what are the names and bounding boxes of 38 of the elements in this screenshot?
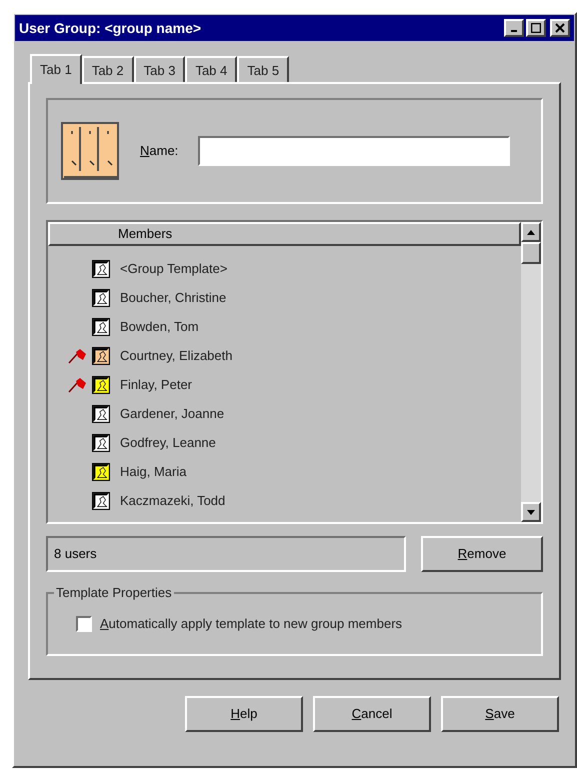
status-field: 8 users bbox=[46, 536, 406, 572]
member-name[interactable]: Gardener, Joanne bbox=[120, 404, 224, 424]
member-name[interactable]: Haig, Maria bbox=[120, 462, 186, 482]
tab[interactable]: Tab 2 bbox=[82, 56, 134, 82]
tab[interactable]: Tab 5 bbox=[237, 56, 290, 82]
pin-icon bbox=[68, 348, 88, 364]
checkbox-label[interactable]: Automatically apply template to new group members bbox=[100, 614, 402, 634]
down-arrow-icon bbox=[527, 510, 535, 514]
up-arrow-icon bbox=[527, 230, 535, 234]
window-title: User Group: <group name> bbox=[19, 18, 202, 38]
dialog-button[interactable]: Help bbox=[185, 696, 303, 732]
member-name[interactable]: Godfrey, Leanne bbox=[120, 432, 216, 452]
remove-button[interactable]: Remove bbox=[421, 536, 543, 572]
name-label: Name: bbox=[140, 142, 178, 160]
close-button[interactable] bbox=[550, 19, 570, 37]
checkbox[interactable] bbox=[76, 616, 92, 632]
scrollbar[interactable] bbox=[521, 222, 541, 522]
maximize-button[interactable] bbox=[526, 19, 546, 37]
dialog-button[interactable]: Cancel bbox=[313, 696, 431, 732]
tab[interactable]: Tab 1 bbox=[30, 54, 82, 84]
maximize-icon bbox=[531, 23, 541, 33]
member-name[interactable]: <Group Template> bbox=[120, 258, 228, 278]
name-input[interactable] bbox=[198, 136, 510, 166]
dialog-button[interactable]: Save bbox=[441, 696, 559, 732]
scroll-thumb[interactable] bbox=[521, 242, 541, 264]
tab[interactable]: Tab 3 bbox=[134, 56, 186, 82]
member-name[interactable]: Finlay, Peter bbox=[120, 374, 192, 394]
member-name[interactable]: Kaczmazeki, Todd bbox=[120, 490, 226, 510]
member-name[interactable]: Boucher, Christine bbox=[120, 288, 226, 308]
tab[interactable]: Tab 4 bbox=[185, 56, 238, 82]
group-icon bbox=[60, 121, 120, 181]
member-name[interactable]: Bowden, Tom bbox=[120, 316, 199, 336]
close-icon bbox=[555, 23, 565, 33]
minimize-button[interactable] bbox=[504, 19, 524, 37]
minimize-icon bbox=[511, 30, 517, 32]
pin-icon bbox=[68, 376, 88, 392]
member-name[interactable]: Courtney, Elizabeth bbox=[120, 346, 232, 366]
column-header[interactable]: Members bbox=[48, 222, 521, 246]
